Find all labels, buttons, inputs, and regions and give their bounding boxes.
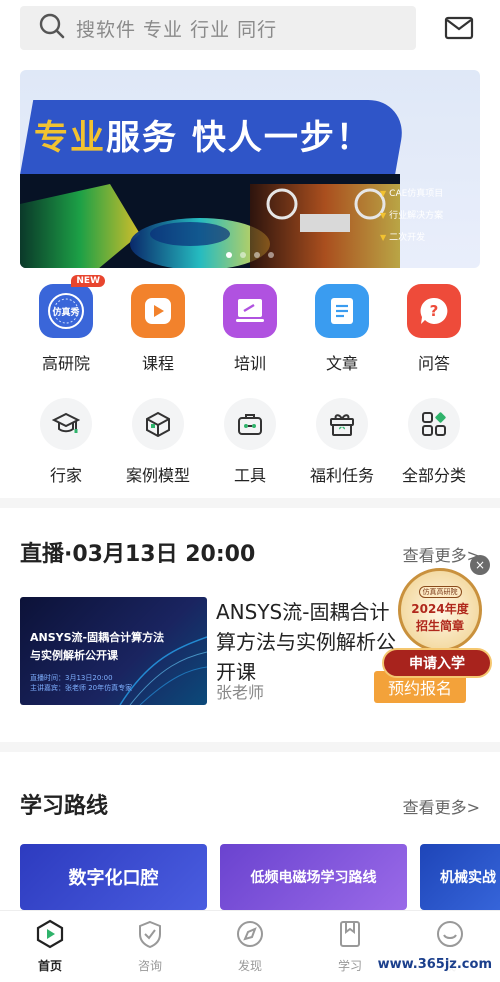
cube-icon [132, 398, 184, 450]
academy-seal-icon: 仿真秀 NEW [39, 275, 105, 338]
route-section-header: 学习路线 查看更多> [20, 788, 480, 820]
banner-points: CAE仿真项目 行业解决方案 二次开发 [380, 186, 472, 252]
svg-text:?: ? [430, 302, 439, 320]
search-icon [38, 12, 66, 44]
article-icon [315, 284, 369, 338]
nav-label: 文章 [325, 354, 358, 373]
live-more-link[interactable]: 查看更多> [403, 542, 480, 566]
tab-home[interactable]: 首页 [0, 911, 100, 982]
banner-point: 二次开发 [380, 230, 472, 243]
mail-icon[interactable] [442, 11, 476, 45]
tab-label: 学习 [337, 959, 362, 973]
nav-label: 高研院 [41, 354, 90, 373]
nav-label: 福利任务 [309, 466, 374, 485]
live-section-title: 直播·03月13日 20:00 [20, 542, 256, 567]
home-play-icon [35, 919, 65, 953]
route-card[interactable]: 低频电磁场学习路线 [220, 844, 407, 910]
tab-consult[interactable]: 咨询 [100, 911, 200, 982]
carousel-dot[interactable] [268, 252, 274, 258]
nav-item-cases[interactable]: 案例模型 [112, 398, 204, 486]
grid-icon [408, 398, 460, 450]
carousel-dot[interactable] [226, 252, 232, 258]
nav-item-articles[interactable]: 文章 [296, 284, 388, 374]
nav-item-tools[interactable]: 工具 [204, 398, 296, 486]
nav-item-all-categories[interactable]: 全部分类 [388, 398, 480, 486]
training-screen-icon [223, 284, 277, 338]
live-teacher: 张老师 [216, 683, 265, 702]
nav-item-academy[interactable]: 仿真秀 NEW 高研院 [20, 275, 112, 374]
live-thumbnail: ANSYS流-固耦合计算方法 与实例解析公开课 直播时间：3月13日20:00 … [20, 597, 207, 705]
shield-icon [135, 919, 165, 953]
new-badge: NEW [71, 275, 105, 287]
route-more-link[interactable]: 查看更多> [403, 794, 480, 818]
gift-icon [316, 398, 368, 450]
thumbnail-meta: 直播时间：3月13日20:00 主讲嘉宾：张老师 20年仿真专家 [30, 674, 133, 692]
section-divider [0, 498, 500, 508]
nav-item-training[interactable]: 培训 [204, 284, 296, 374]
nav-label: 课程 [141, 354, 174, 373]
watermark: www.365jz.com [375, 957, 494, 972]
tab-label: 首页 [37, 959, 62, 973]
route-carousel: 数字化口腔 低频电磁场学习路线 机械实战 [20, 844, 500, 910]
search-placeholder: 搜软件 专业 行业 同行 [76, 18, 278, 41]
play-icon [131, 284, 185, 338]
search-input[interactable]: 搜软件 专业 行业 同行 [20, 6, 416, 50]
toolbox-icon [224, 398, 276, 450]
promo-banner[interactable]: 专业服务 快人一步！ CAE仿真项目 行业解决方案 二次开发 [20, 70, 480, 268]
promo-line2: 招生简章 [415, 619, 464, 633]
apply-button[interactable]: 申请入学 [382, 648, 492, 678]
promo-line1: 2024年度 [411, 602, 469, 616]
graduation-cap-icon [40, 398, 92, 450]
secondary-nav: 行家 案例模型 工具 福利任务 全部分类 [20, 398, 480, 486]
carousel-dot[interactable] [240, 252, 246, 258]
nav-label: 培训 [233, 354, 266, 373]
app-page: 搜软件 专业 行业 同行 专业服务 快人一步！ CAE仿真项目 行业解 [0, 0, 500, 982]
promo-seal: 仿真高研院 2024年度 招生简章 [398, 568, 482, 652]
nav-label: 问答 [417, 354, 450, 373]
banner-point: CAE仿真项目 [380, 186, 472, 199]
close-icon[interactable]: × [470, 555, 490, 575]
live-section-header: 直播·03月13日 20:00 查看更多> [20, 536, 480, 568]
tab-label: 发现 [237, 959, 262, 973]
route-card[interactable]: 机械实战 [420, 844, 500, 910]
nav-label: 行家 [49, 466, 82, 485]
top-bar: 搜软件 专业 行业 同行 [20, 6, 480, 50]
carousel-dot[interactable] [254, 252, 260, 258]
banner-headline: 专业服务 快人一步！ [34, 118, 372, 158]
profile-icon [435, 919, 465, 953]
nav-label: 全部分类 [401, 466, 466, 485]
nav-item-rewards[interactable]: 福利任务 [296, 398, 388, 486]
nav-item-experts[interactable]: 行家 [20, 398, 112, 486]
route-section-title: 学习路线 [20, 794, 109, 819]
question-icon: ? [407, 284, 461, 338]
primary-nav: 仿真秀 NEW 高研院 课程 培训 文章 ? 问答 [20, 275, 480, 374]
compass-icon [235, 919, 265, 953]
bookmark-icon [335, 919, 365, 953]
tab-label: 咨询 [137, 959, 162, 973]
nav-label: 工具 [233, 466, 266, 485]
promo-tag: 仿真高研院 [418, 586, 462, 598]
banner-point: 行业解决方案 [380, 208, 472, 221]
nav-item-courses[interactable]: 课程 [112, 284, 204, 374]
tab-discover[interactable]: 发现 [200, 911, 300, 982]
nav-item-qa[interactable]: ? 问答 [388, 284, 480, 374]
route-card[interactable]: 数字化口腔 [20, 844, 207, 910]
nav-label: 案例模型 [125, 466, 190, 485]
section-divider [0, 742, 500, 752]
academy-icon-text: 仿真秀 [52, 307, 80, 318]
thumbnail-title: ANSYS流-固耦合计算方法 与实例解析公开课 [30, 631, 165, 662]
admission-promo-float[interactable]: 仿真高研院 2024年度 招生简章 申请入学 × [378, 555, 496, 688]
carousel-indicator [20, 252, 480, 258]
